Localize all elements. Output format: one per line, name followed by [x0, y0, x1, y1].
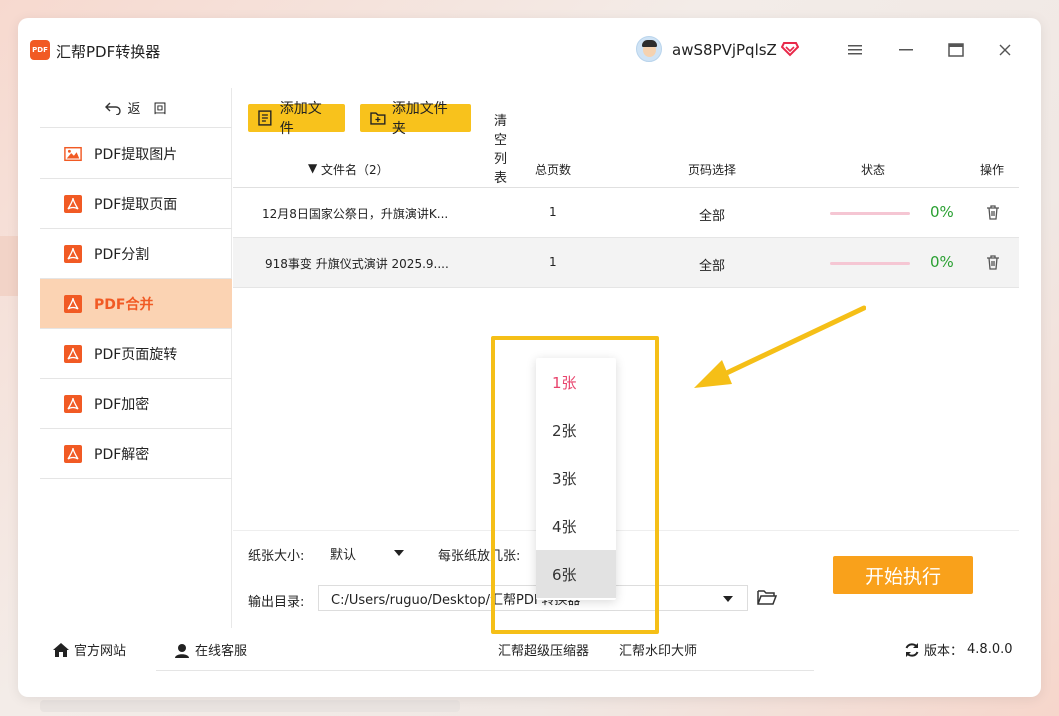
official-website-label: 官方网站 — [74, 644, 127, 659]
add-file-label: 添加文件 — [279, 101, 322, 137]
sidebar-item-label: PDF合并 — [94, 296, 154, 313]
back-label: 返 回 — [127, 102, 167, 117]
back-arrow-icon — [105, 102, 122, 115]
image-icon — [64, 145, 82, 163]
version-info[interactable]: 版本： 4.8.0.0 — [904, 640, 1013, 659]
sort-down-icon[interactable]: ▼ — [308, 161, 317, 175]
avatar-hair — [642, 40, 657, 47]
column-action: 操作 — [980, 163, 1005, 177]
add-folder-button[interactable]: 添加文件夹 — [360, 101, 471, 137]
paper-size-label: 纸张大小: — [248, 549, 305, 564]
compressor-link[interactable]: 汇帮超级压缩器 — [498, 640, 589, 659]
dropdown-option-4[interactable]: 4张 — [536, 502, 616, 550]
dropdown-option-6[interactable]: 6张 — [536, 550, 616, 598]
footer-divider — [156, 670, 814, 671]
pdf-icon — [64, 244, 82, 263]
chevron-down-icon — [723, 596, 733, 602]
row-page-select[interactable]: 全部 — [699, 255, 725, 274]
add-file-button[interactable]: 添加文件 — [248, 101, 345, 137]
start-button[interactable]: 开始执行 — [833, 556, 973, 594]
sidebar-item-label: PDF页面旋转 — [94, 346, 178, 363]
trash-icon[interactable] — [986, 205, 1000, 223]
column-filename[interactable]: 文件名（2） — [321, 161, 389, 178]
table-header: ▼ 文件名（2） 总页数 页码选择 状态 操作 — [233, 150, 1019, 188]
pdf-icon — [64, 444, 82, 463]
username[interactable]: awS8PVjPqlsZ — [672, 41, 777, 59]
pdf-icon — [64, 344, 82, 363]
progress-percent: 0% — [930, 203, 954, 221]
sidebar-item-label: PDF提取页面 — [94, 196, 178, 213]
close-icon[interactable] — [993, 38, 1017, 62]
version-label: 版本： — [924, 644, 964, 659]
progress-bar — [830, 212, 910, 215]
sidebar-item-merge[interactable]: PDF合并 — [40, 279, 232, 329]
table-row[interactable]: 918事变 升旗仪式演讲 2025.9.... 1 全部 0% — [233, 238, 1019, 288]
refresh-icon — [905, 642, 919, 657]
paper-size-select[interactable]: 默认 — [318, 540, 418, 566]
row-pages: 1 — [549, 205, 557, 219]
sidebar-item-split[interactable]: PDF分割 — [40, 229, 232, 279]
official-website-link[interactable]: 官方网站 — [52, 640, 126, 659]
trash-icon[interactable] — [986, 255, 1000, 273]
dropdown-option-2[interactable]: 2张 — [536, 406, 616, 454]
row-page-select[interactable]: 全部 — [699, 205, 725, 224]
sidebar: 返 回 PDF提取图片 PDF提取页面 PDF分割 PDF合并 PDF页面旋转 … — [40, 88, 232, 628]
chevron-down-icon — [394, 550, 404, 556]
footer: 官方网站 在线客服 汇帮超级压缩器 汇帮水印大师 版本： 4.8.0.0 — [40, 630, 1020, 670]
sidebar-item-label: PDF加密 — [94, 396, 150, 413]
online-support-label: 在线客服 — [195, 644, 248, 659]
dropdown-option-3[interactable]: 3张 — [536, 454, 616, 502]
title-bar: PDF 汇帮PDF转换器 awS8PVjPqlsZ — [22, 30, 1022, 70]
sidebar-item-extract-images[interactable]: PDF提取图片 — [40, 129, 232, 179]
sidebar-item-encrypt[interactable]: PDF加密 — [40, 379, 232, 429]
menu-icon[interactable] — [843, 38, 867, 62]
add-folder-label: 添加文件夹 — [391, 101, 448, 137]
row-filename: 12月8日国家公祭日，升旗演讲K... — [262, 207, 449, 221]
column-pages: 总页数 — [535, 163, 572, 177]
sidebar-item-decrypt[interactable]: PDF解密 — [40, 429, 232, 479]
pdf-icon — [64, 394, 82, 413]
watermark-link[interactable]: 汇帮水印大师 — [619, 640, 697, 659]
paper-size-value: 默认 — [330, 547, 357, 563]
output-dir-label: 输出目录: — [248, 595, 305, 610]
sidebar-item-label: PDF解密 — [94, 446, 150, 463]
row-pages: 1 — [549, 255, 557, 269]
add-file-icon — [258, 110, 272, 126]
online-support-link[interactable]: 在线客服 — [173, 640, 247, 659]
annotation-arrow-icon — [694, 305, 866, 388]
avatar[interactable] — [636, 36, 662, 62]
home-icon — [53, 642, 69, 657]
row-filename: 918事变 升旗仪式演讲 2025.9.... — [265, 257, 449, 271]
dropdown-option-1[interactable]: 1张 — [536, 358, 616, 406]
headset-icon — [175, 643, 189, 658]
progress-bar — [830, 262, 910, 265]
progress-percent: 0% — [930, 253, 954, 271]
background-bar — [40, 700, 460, 712]
maximize-icon[interactable] — [944, 38, 968, 62]
per-sheet-dropdown[interactable]: 1张 2张 3张 4张 6张 — [536, 358, 616, 600]
sidebar-item-label: PDF分割 — [94, 246, 150, 263]
folder-icon[interactable] — [757, 589, 778, 610]
sidebar-item-extract-pages[interactable]: PDF提取页面 — [40, 179, 232, 229]
add-folder-icon — [370, 112, 386, 125]
app-logo-icon: PDF — [30, 40, 50, 60]
back-button[interactable]: 返 回 — [40, 88, 232, 128]
table-row[interactable]: 12月8日国家公祭日，升旗演讲K... 1 全部 0% — [233, 188, 1019, 238]
per-sheet-label: 每张纸放几张: — [438, 549, 521, 564]
column-status: 状态 — [861, 163, 886, 177]
minimize-icon[interactable] — [894, 38, 918, 62]
output-dir-select[interactable]: C:/Users/ruguo/Desktop/汇帮PDF转换器 — [318, 585, 748, 611]
version-number: 4.8.0.0 — [967, 642, 1013, 657]
column-page-select: 页码选择 — [688, 163, 737, 177]
pdf-icon — [64, 194, 82, 213]
vip-diamond-icon[interactable] — [780, 39, 800, 61]
pdf-icon — [64, 294, 82, 313]
sidebar-item-label: PDF提取图片 — [94, 146, 178, 163]
sidebar-item-rotate[interactable]: PDF页面旋转 — [40, 329, 232, 379]
app-title: 汇帮PDF转换器 — [56, 43, 161, 61]
